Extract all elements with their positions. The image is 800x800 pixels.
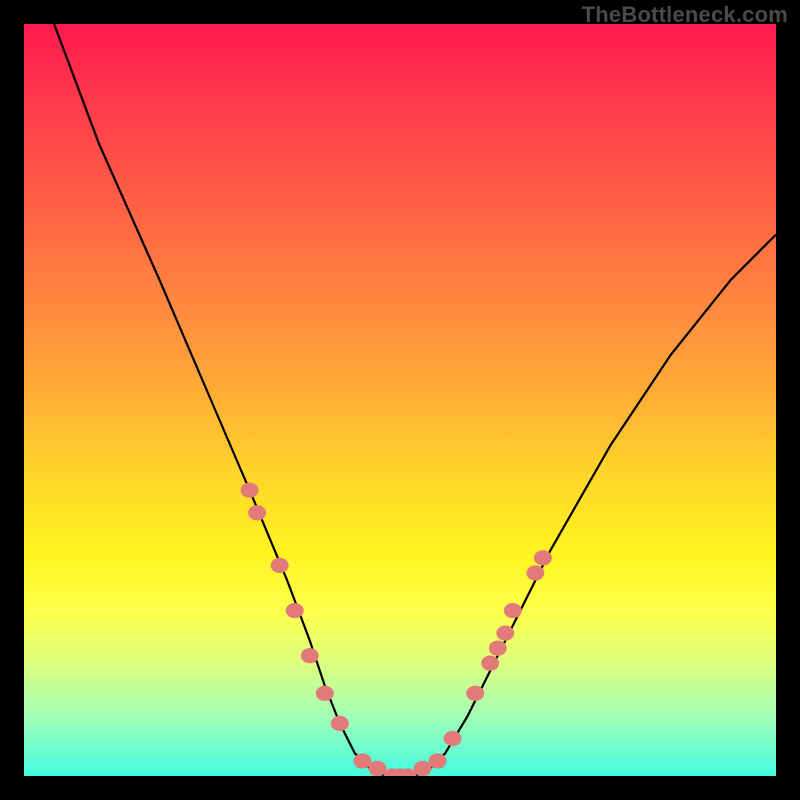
marker-dot (534, 550, 552, 565)
marker-dot (316, 686, 334, 701)
marker-dot (353, 753, 371, 768)
marker-dot (301, 648, 319, 663)
chart-svg (24, 24, 776, 776)
marker-dot (526, 565, 544, 580)
marker-dot (429, 753, 447, 768)
chart-plot-area (24, 24, 776, 776)
marker-dot (248, 505, 266, 520)
marker-group (241, 483, 552, 776)
marker-dot (444, 731, 462, 746)
watermark-text: TheBottleneck.com (582, 2, 788, 28)
marker-dot (481, 656, 499, 671)
marker-dot (466, 686, 484, 701)
marker-dot (271, 558, 289, 573)
marker-dot (286, 603, 304, 618)
marker-dot (489, 641, 507, 656)
bottleneck-curve-path (54, 24, 776, 776)
marker-dot (241, 483, 259, 498)
marker-dot (504, 603, 522, 618)
marker-dot (496, 625, 514, 640)
marker-dot (368, 761, 386, 776)
marker-dot (331, 716, 349, 731)
chart-frame: TheBottleneck.com (0, 0, 800, 800)
marker-dot (414, 761, 432, 776)
